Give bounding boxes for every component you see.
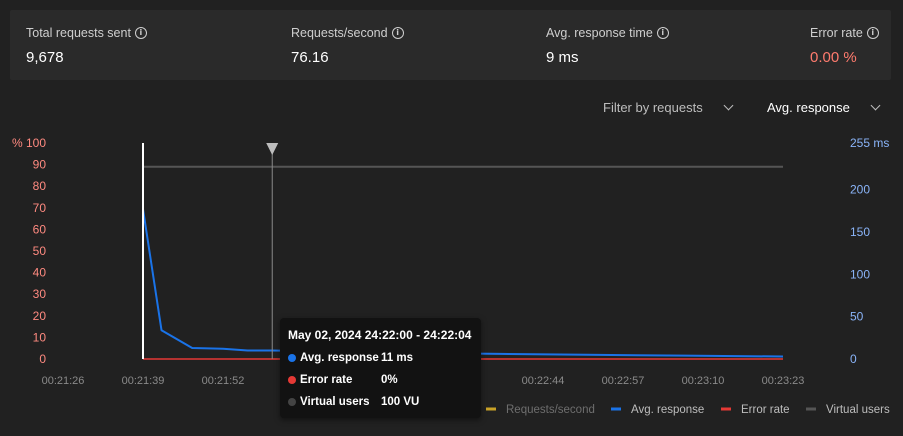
left-axis-unit: % xyxy=(12,136,23,150)
tooltip-row-value: 100 VU xyxy=(381,396,420,408)
avg-response-dot-icon xyxy=(288,354,296,362)
left-axis-tick-label: 50 xyxy=(33,244,47,258)
left-axis-tick-label: 0 xyxy=(39,352,46,366)
tooltip-row-value: 0% xyxy=(381,374,398,386)
x-axis-tick-label: 00:21:26 xyxy=(42,375,85,387)
x-axis-tick-label: 00:21:39 xyxy=(122,375,165,387)
tooltip-row-error-rate: Error rate 0% xyxy=(288,374,398,386)
left-axis-tick-label: 90 xyxy=(33,158,47,172)
left-y-axis: % 1009080706050403020100 xyxy=(12,136,46,366)
left-axis-tick-label: 60 xyxy=(33,222,47,236)
cursor-triangle-icon xyxy=(266,143,279,155)
right-axis-tick-label: 50 xyxy=(850,310,864,324)
tooltip-row-name: Avg. response xyxy=(300,352,379,364)
left-axis-tick-label: 30 xyxy=(33,287,47,301)
x-axis-tick-label: 00:22:57 xyxy=(602,375,645,387)
tooltip-row-name: Virtual users xyxy=(300,396,370,408)
x-axis-tick-label: 00:23:10 xyxy=(682,375,725,387)
x-axis-tick-label: 00:22:44 xyxy=(522,375,565,387)
left-axis-tick-label: 70 xyxy=(33,201,47,215)
tooltip-row-value: 11 ms xyxy=(381,352,413,364)
performance-dashboard: Total requests sent i 9,678 Requests/sec… xyxy=(0,0,903,436)
right-axis-tick-label: 100 xyxy=(850,267,870,281)
left-axis-tick-label: 10 xyxy=(33,330,47,344)
cursor-layer xyxy=(142,143,279,359)
x-axis-tick-label: 00:21:52 xyxy=(202,375,245,387)
legend-label: Avg. response xyxy=(631,404,704,416)
right-axis-tick-label: 255 ms xyxy=(850,136,889,150)
right-axis-tick-label: 150 xyxy=(850,225,870,239)
left-axis-tick-label: 40 xyxy=(33,266,47,280)
x-axis-tick-label: 00:23:23 xyxy=(762,375,805,387)
right-axis-tick-label: 200 xyxy=(850,183,870,197)
legend: Requests/second Avg. response Error rate Vi… xyxy=(486,404,890,416)
tooltip-row-virtual-users: Virtual users 100 VU xyxy=(288,396,419,408)
error-rate-dot-icon xyxy=(288,376,296,384)
virtual-users-dot-icon xyxy=(288,398,296,406)
legend-label: Error rate xyxy=(741,404,790,416)
left-axis-tick-label: 100 xyxy=(26,136,46,150)
tooltip-row-avg-response: Avg. response 11 ms xyxy=(288,352,413,364)
right-y-axis: 255 ms 200 150 100 50 0 xyxy=(850,136,889,366)
left-axis-tick-label: 80 xyxy=(33,179,47,193)
chart-tooltip: May 02, 2024 24:22:00 - 24:22:04 Avg. re… xyxy=(280,318,481,418)
tooltip-row-name: Error rate xyxy=(300,374,353,386)
right-axis-tick-label: 0 xyxy=(850,352,857,366)
legend-label: Requests/second xyxy=(506,404,595,416)
left-axis-tick-label: 20 xyxy=(33,309,47,323)
legend-label: Virtual users xyxy=(826,404,890,416)
tooltip-title: May 02, 2024 24:22:00 - 24:22:04 xyxy=(288,328,472,342)
